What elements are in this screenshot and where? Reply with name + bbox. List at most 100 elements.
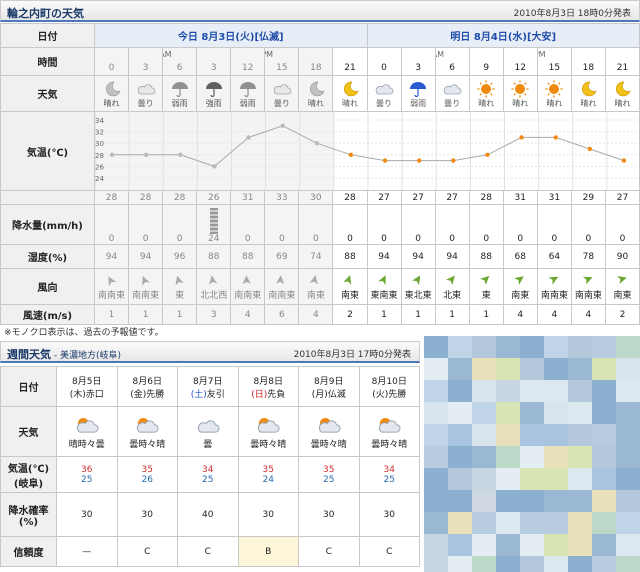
temp-value: 28 [468,190,504,205]
sun-cloud-icon [76,417,99,433]
temp-value: 27 [434,190,470,205]
hour-cell: 21 [604,47,640,76]
precip-cell: 0 [536,204,572,245]
precip-cell: 0 [570,204,606,245]
weekly-weather-cell: 晴時々曇 [56,406,118,457]
weekly-reliability-cell: C [358,536,420,567]
temp-value: 27 [604,190,640,205]
weekly-weather-cell: 曇時々晴 [116,406,178,457]
wind-dir-cell: ➤ 東 [162,268,198,305]
temp-point [519,135,524,140]
weekly-weather-cell: 曇時々晴 [358,406,420,457]
hour-cell: 3 [196,47,232,76]
label-precip: 降水量(mm/h) [0,204,95,245]
hour-cell: 18 [298,47,334,76]
temp-point [553,135,558,140]
umbrella-icon [171,81,188,97]
wind-speed-cell: 2 [332,304,368,325]
temp-axis-tick: 30 [95,140,104,148]
temp-value: 31 [230,190,266,205]
wind-arrow-icon: ➤ [273,273,290,287]
weekly-label-date: 日付 [0,366,57,407]
wind-dir-cell: ➤ 南南東 [536,268,572,305]
weather-label: 曇り [376,98,393,108]
temp-point [382,158,388,163]
hour-cell: 3 [400,47,436,76]
hour-cell: 0 [93,47,130,76]
hour-cell: 6AM [162,47,198,76]
wind-dir-cell: ➤ 北北西 [196,268,232,305]
weekly-temp-cell: 34 25 [358,456,420,493]
precip-cell: 0 [162,204,198,245]
humidity-cell: 90 [604,244,640,269]
temp-point [109,152,115,157]
weekly-pop-cell: 30 [116,492,178,537]
weather-cell: 曇り [366,75,402,112]
temp-point [178,152,183,157]
weekly-pop-cell: 30 [237,492,299,537]
weather-cell: 晴れ [536,75,572,112]
ad-image-mosaic[interactable] [424,336,640,572]
temp-value: 31 [536,190,572,205]
weather-label: 曇り [444,98,461,108]
moon-icon [309,81,325,96]
weekly-pop-cell: 40 [177,492,239,537]
wind-dir-cell: ➤ 南南東 [264,268,300,305]
weather-label: 曇り [137,98,154,108]
temp-axis-tick: 26 [95,163,104,171]
sun-icon [545,80,563,97]
temp-value: 31 [502,190,538,205]
weekly-date-cell: 8月7日 (土)友引 [177,366,239,407]
moon-icon [582,81,597,96]
wind-speed-cell: 4 [230,304,266,325]
weekly-temp-cell: 35 24 [237,456,299,493]
wind-speed-cell: 4 [298,304,334,325]
day1-header: 今日 8月3日(火)[仏滅] [94,23,368,48]
wind-arrow-icon: ➤ [239,274,255,286]
weather-cell: 曇り [264,75,300,112]
weather-label: 晴れ [307,98,324,108]
ampm-label: AM [436,50,444,59]
weekly-table: 日付 8月5日 (木)赤口 8月6日 (金)先勝 8月7日 (土)友引 8月8日 (日)先負 8月… [0,366,420,567]
weather-label: 晴れ [478,98,495,108]
label-temp: 気温(℃) [0,111,95,191]
umbrella-icon [410,81,427,97]
temp-point [348,152,354,157]
ampm-label: AM [164,50,172,59]
weather-label: 弱雨 [239,98,256,108]
weekly-date-cell: 8月10日 (火)先勝 [358,366,420,407]
weather-label: 晴れ [614,98,631,108]
hour-cell: 18 [570,47,606,76]
wind-dir-cell: ➤ 南東 [332,268,368,305]
weather-cell: 晴れ [604,75,640,112]
temp-chart-cell: 34 32 30 28 26 24 [94,111,640,191]
weekly-date-cell: 8月5日 (木)赤口 [56,366,118,407]
wind-speed-cell: 4 [502,304,538,325]
weekly-reliability-cell: C [298,536,360,567]
today-issued: 2010年8月3日 18時0分発表 [513,9,631,19]
wind-dir-cell: ➤ 東 [468,268,504,305]
weather-label: 晴れ [580,98,597,108]
wind-dir-cell: ➤ 南南東 [570,268,606,305]
weather-cell: 弱雨 [400,75,436,112]
humidity-cell: 74 [298,244,334,269]
temp-value: 28 [162,190,198,205]
weekly-temp-cell: 35 25 [298,456,360,493]
wind-speed-cell: 1 [162,304,198,325]
moon-icon [344,81,359,96]
weekly-label-pop: 降水確率 (%) [0,492,57,537]
label-temp-values [0,190,95,205]
sun-cloud-icon [318,417,341,433]
wind-speed-cell: 4 [536,304,572,325]
ampm-label: PM [266,50,274,59]
weekly-reliability-cell: C [177,536,239,567]
humidity-cell: 94 [128,244,164,269]
wind-dir-cell: ➤ 南東 [298,268,334,305]
wind-dir-cell: ➤ 南東 [502,268,538,305]
weather-cell: 晴れ [502,75,538,112]
weather-cell: 弱雨 [230,75,266,112]
cloud-icon [273,83,292,94]
weather-label: 曇り [273,98,290,108]
sun-icon [511,80,529,97]
humidity-cell: 69 [264,244,300,269]
